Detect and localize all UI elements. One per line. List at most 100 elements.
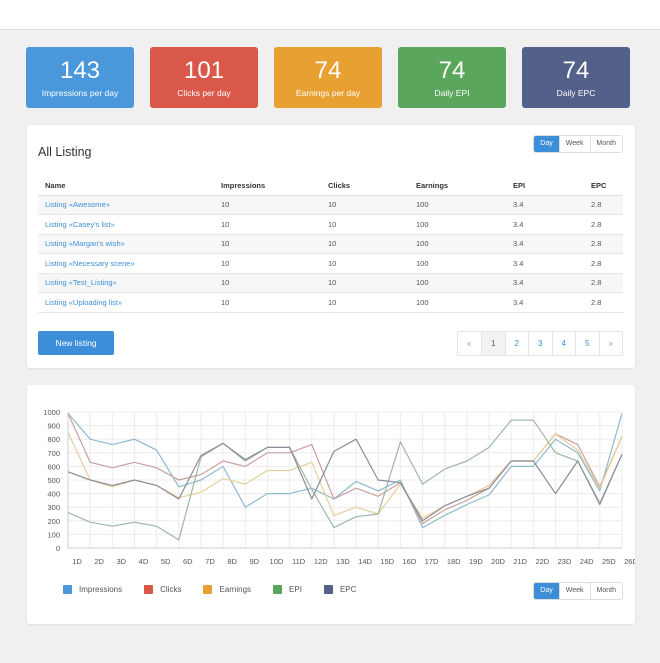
cell-name[interactable]: Listing «Uploading list» <box>38 292 214 313</box>
cell-impressions: 10 <box>214 273 321 293</box>
x-tick-label: 5D <box>161 557 171 566</box>
legend-item-epc[interactable]: EPC <box>323 585 356 594</box>
cell-clicks: 10 <box>321 234 409 254</box>
cell-name[interactable]: Listing «Margan's wish» <box>38 234 214 254</box>
y-tick-label: 100 <box>47 530 60 539</box>
y-tick-label: 500 <box>47 476 60 485</box>
period-day-button[interactable]: Day <box>534 136 559 152</box>
stat-value: 74 <box>562 57 590 84</box>
legend-swatch <box>203 585 213 594</box>
chart-panel: 0 100 200 300 400 500 600 700 800 900 1000 1D 2D 3D 4D… <box>27 385 635 624</box>
legend-item-impressions[interactable]: Impressions <box>63 585 122 594</box>
table-row: Listing «Casey's list» 10 10 100 3.4 2.8 <box>38 214 623 235</box>
legend-item-earnings[interactable]: Earnings <box>203 585 251 594</box>
table-row: Listing «Uploading list» 10 10 100 3.4 2.8 <box>38 292 623 313</box>
pagination-page-4[interactable]: 4 <box>551 332 576 355</box>
chart-period-month-button[interactable]: Month <box>589 583 622 599</box>
stat-label: Clicks per day <box>177 88 231 98</box>
legend-item-epi[interactable]: EPI <box>273 585 302 594</box>
y-tick-label: 300 <box>47 503 60 512</box>
x-tick-label: 20D <box>491 557 505 566</box>
x-tick-label: 6D <box>183 557 193 566</box>
listing-title: All Listing <box>38 145 92 159</box>
period-week-button[interactable]: Week <box>558 136 590 152</box>
legend-swatch <box>273 585 283 594</box>
column-header-name[interactable]: Name <box>38 177 214 196</box>
cell-epc: 2.8 <box>584 273 623 293</box>
column-header-epi[interactable]: EPI <box>506 177 584 196</box>
x-tick-label: 8D <box>227 557 237 566</box>
line-chart: 0 100 200 300 400 500 600 700 800 900 1000 1D 2D 3D 4D… <box>43 408 635 566</box>
cell-clicks: 10 <box>321 273 409 293</box>
cell-epc: 2.8 <box>584 214 623 235</box>
x-tick-label: 7D <box>205 557 215 566</box>
cell-earnings: 100 <box>409 234 506 254</box>
cell-impressions: 10 <box>214 195 321 215</box>
x-tick-label: 18D <box>447 557 461 566</box>
x-tick-label: 23D <box>558 557 572 566</box>
chart-period-toggle: Day Week Month <box>533 582 623 600</box>
cell-epi: 3.4 <box>506 253 584 274</box>
x-tick-label: 12D <box>314 557 328 566</box>
pagination-page-2[interactable]: 2 <box>504 332 529 355</box>
column-header-earnings[interactable]: Earnings <box>409 177 506 196</box>
x-tick-label: 13D <box>336 557 350 566</box>
cell-earnings: 100 <box>409 195 506 215</box>
stat-epc: 74 Daily EPC <box>522 47 630 108</box>
cell-impressions: 10 <box>214 253 321 274</box>
stat-label: Earnings per day <box>295 88 361 98</box>
stat-label: Daily EPI <box>434 88 470 98</box>
cell-earnings: 100 <box>409 253 506 274</box>
y-tick-label: 800 <box>47 435 60 444</box>
cell-name[interactable]: Listing «Necessary scene» <box>38 253 214 274</box>
pagination-page-5[interactable]: 5 <box>575 332 599 355</box>
pagination-page-1[interactable]: 1 <box>481 332 505 355</box>
legend-swatch <box>323 585 333 594</box>
cell-epi: 3.4 <box>506 273 584 293</box>
cell-name[interactable]: Listing «Test_Listing» <box>38 273 214 293</box>
cell-epc: 2.8 <box>584 253 623 274</box>
pagination-next[interactable]: » <box>598 332 623 355</box>
cell-name[interactable]: Listing «Casey's list» <box>38 214 214 235</box>
chart-period-day-button[interactable]: Day <box>534 583 559 599</box>
y-tick-label: 400 <box>47 490 60 499</box>
x-tick-label: 10D <box>270 557 284 566</box>
new-listing-button[interactable]: New listing <box>38 331 114 355</box>
listing-period-toggle: Day Week Month <box>533 135 623 153</box>
x-tick-label: 9D <box>249 557 259 566</box>
legend-label: EPI <box>289 585 302 594</box>
cell-earnings: 100 <box>409 214 506 235</box>
stat-value: 74 <box>438 57 466 84</box>
cell-epi: 3.4 <box>506 214 584 235</box>
cell-epc: 2.8 <box>584 292 623 313</box>
y-tick-label: 0 <box>56 544 60 553</box>
cell-impressions: 10 <box>214 234 321 254</box>
x-tick-label: 15D <box>380 557 394 566</box>
stat-epi: 74 Daily EPI <box>398 47 506 108</box>
cell-clicks: 10 <box>321 253 409 274</box>
cell-epi: 3.4 <box>506 195 584 215</box>
column-header-impressions[interactable]: Impressions <box>214 177 321 196</box>
x-tick-label: 21D <box>513 557 527 566</box>
period-month-button[interactable]: Month <box>589 136 622 152</box>
x-tick-label: 25D <box>602 557 616 566</box>
x-tick-label: 22D <box>535 557 549 566</box>
legend-label: Impressions <box>79 585 123 594</box>
x-tick-label: 17D <box>425 557 439 566</box>
chart-period-week-button[interactable]: Week <box>558 583 590 599</box>
cell-earnings: 100 <box>409 273 506 293</box>
series-line-impressions <box>67 413 623 529</box>
cell-impressions: 10 <box>214 214 321 235</box>
column-header-epc[interactable]: EPC <box>584 177 623 196</box>
pagination-page-3[interactable]: 3 <box>528 332 552 355</box>
stat-clicks: 101 Clicks per day <box>150 47 258 108</box>
stat-value: 143 <box>59 57 101 84</box>
column-header-clicks[interactable]: Clicks <box>321 177 409 196</box>
pagination-prev[interactable]: « <box>458 332 482 355</box>
cell-name[interactable]: Listing «Awesome» <box>38 195 214 215</box>
cell-clicks: 10 <box>321 195 409 215</box>
cell-epc: 2.8 <box>584 234 623 254</box>
legend-item-clicks[interactable]: Clicks <box>144 585 181 594</box>
stat-impressions: 143 Impressions per day <box>26 47 134 108</box>
listing-table-body: Listing «Awesome» 10 10 100 3.4 2.8 Listing «C… <box>38 195 623 313</box>
